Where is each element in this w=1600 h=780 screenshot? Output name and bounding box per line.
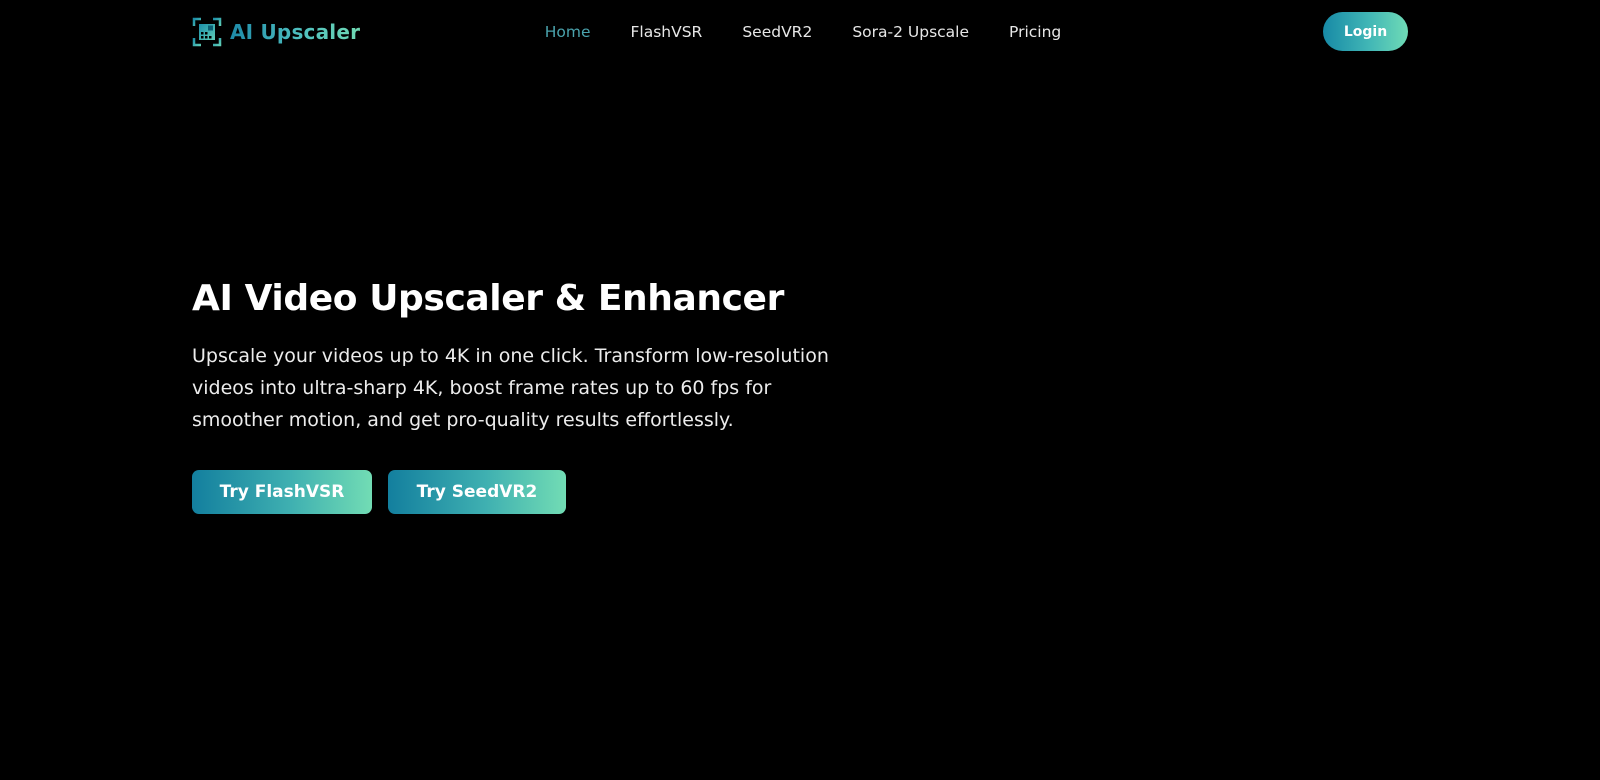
cta-row: Try FlashVSR Try SeedVR2 bbox=[192, 470, 892, 514]
nav-item-flashvsr[interactable]: FlashVSR bbox=[630, 19, 702, 45]
nav-item-seedvr2[interactable]: SeedVR2 bbox=[742, 19, 812, 45]
try-seedvr2-button[interactable]: Try SeedVR2 bbox=[388, 470, 566, 514]
nav-item-sora-2-upscale[interactable]: Sora-2 Upscale bbox=[852, 19, 969, 45]
hero-title: AI Video Upscaler & Enhancer bbox=[192, 278, 784, 319]
top-header: AI Upscaler Home FlashVSR SeedVR2 Sora-2… bbox=[0, 0, 1600, 64]
hero-section: AI Video Upscaler & Enhancer Upscale you… bbox=[192, 270, 892, 514]
try-flashvsr-button[interactable]: Try FlashVSR bbox=[192, 470, 372, 514]
login-button[interactable]: Login bbox=[1323, 12, 1408, 51]
page: AI Upscaler Home FlashVSR SeedVR2 Sora-2… bbox=[0, 0, 1600, 780]
nav-item-pricing[interactable]: Pricing bbox=[1009, 19, 1061, 45]
nav-item-home[interactable]: Home bbox=[545, 19, 591, 45]
hero-description: Upscale your videos up to 4K in one clic… bbox=[192, 345, 829, 431]
